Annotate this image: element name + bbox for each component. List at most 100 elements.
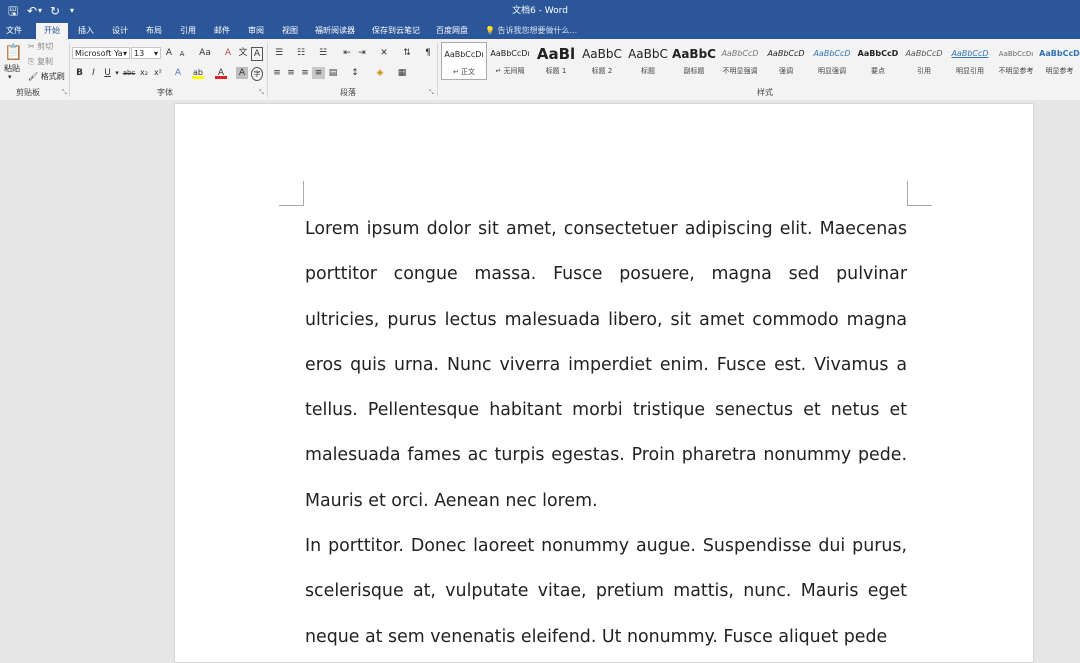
align-right-icon[interactable]: ≡ [299,67,311,79]
underline-dropdown-icon[interactable]: ▾ [114,67,120,79]
style-heading-2[interactable]: AaBbC 标题 2 [579,42,625,80]
grow-font-button[interactable]: A [163,47,175,59]
font-color-button[interactable]: A [215,67,227,79]
style-heading-1[interactable]: AaBl 标题 1 [533,42,579,80]
tab-foxit-reader[interactable]: 福昕阅读器 [310,23,360,39]
line-spacing-icon[interactable]: ↕ [347,67,363,79]
distributed-icon[interactable]: ▤ [327,67,339,79]
style-subtitle[interactable]: AaBbC 副标题 [671,42,717,80]
style-subtle-emphasis[interactable]: AaBbCcD 不明显强调 [717,42,763,80]
superscript-button[interactable]: x² [152,67,164,79]
font-name-value: Microsoft Ya [75,49,123,58]
cut-label: 剪切 [37,42,54,51]
format-painter-button[interactable]: 🖌 格式刷 [28,71,65,82]
style-normal[interactable]: AaBbCcDı ↵ 正文 [441,42,487,80]
multilevel-list-icon[interactable]: ☱ [315,47,331,59]
bold-button[interactable]: B [74,67,85,79]
subscript-button[interactable]: x₂ [138,67,150,79]
text-effects-button[interactable]: A [172,67,184,79]
style-intense-emphasis[interactable]: AaBbCcD 明显强调 [809,42,855,80]
tab-design[interactable]: 设计 [106,23,134,39]
group-divider [69,43,70,97]
styles-group-label: 样式 [757,88,773,97]
increase-indent-icon[interactable]: ⇥ [355,47,369,59]
phonetic-guide-button[interactable]: 文 [237,47,249,59]
shrink-font-button[interactable]: A [177,48,187,60]
style-name: 明显强调 [818,67,846,75]
tab-review[interactable]: 审阅 [242,23,270,39]
style-sample: AaBbC [672,47,716,61]
style-name: 不明显参考 [998,67,1034,75]
bullets-icon[interactable]: ☰ [271,47,287,59]
tab-save-to-cloud-note[interactable]: 保存到云笔记 [366,23,426,39]
italic-button[interactable]: I [88,67,99,79]
ribbon: 📋 粘贴 ▾ ✂ 剪切 ⎘ 复制 🖌 格式刷 剪贴板 ⤡ Microsoft Y… [0,39,1080,101]
paragraph-group-label: 段落 [340,88,356,97]
tab-layout[interactable]: 布局 [140,23,168,39]
style-emphasis[interactable]: AaBbCcD 强调 [763,42,809,80]
tab-baidu-netdisk[interactable]: 百度网盘 [432,23,472,39]
copy-label: 复制 [36,57,53,66]
style-sample: AaBbCcD [767,49,805,58]
chinese-layout-icon[interactable]: ✕ [376,47,392,59]
borders-icon[interactable]: ▦ [395,67,409,79]
document-page[interactable]: Lorem ipsum dolor sit amet, consectetuer… [174,103,1034,663]
tell-me-box[interactable]: 💡 告诉我您想要做什么... [485,23,577,39]
font-name-box[interactable]: Microsoft Ya ▾ [72,47,130,59]
underline-button[interactable]: U [102,67,113,79]
style-title[interactable]: AaBbC 标题 [625,42,671,80]
style-name: 副标题 [683,67,705,75]
justify-icon[interactable]: ≡ [312,67,325,79]
tab-references[interactable]: 引用 [174,23,202,39]
paragraph-2[interactable]: In porttitor. Donec laoreet nonummy augu… [305,524,907,660]
tab-view[interactable]: 视图 [276,23,304,39]
character-border-button[interactable]: A [251,47,263,61]
style-intense-quote[interactable]: AaBbCcD 明显引用 [947,42,993,80]
highlight-button[interactable]: ab [192,67,204,79]
group-divider [437,43,438,97]
style-name: 不明显强调 [722,67,758,75]
clipboard-dialog-launcher-icon[interactable]: ⤡ [62,89,67,97]
numbering-icon[interactable]: ☷ [293,47,309,59]
style-subtle-reference[interactable]: AaBbCcDı 不明显参考 [993,42,1039,80]
tab-insert[interactable]: 插入 [72,23,100,39]
paste-icon[interactable]: 📋 [4,42,23,62]
paste-dropdown-icon[interactable]: ▾ [8,73,12,81]
font-size-box[interactable]: 13 ▾ [131,47,161,59]
strikethrough-button[interactable]: abc [122,67,136,79]
paste-button[interactable]: 粘贴 [4,63,20,74]
style-no-spacing[interactable]: AaBbCcDı ↵ 无间隔 [487,42,533,80]
tab-file[interactable]: 文件 [0,23,28,39]
style-name: 标题 1 [545,67,567,75]
enclose-characters-button[interactable]: 字 [251,67,263,81]
ribbon-tabs: 文件 开始 插入 设计 布局 引用 邮件 审阅 视图 福昕阅读器 保存到云笔记 … [0,22,1080,39]
align-center-icon[interactable]: ≡ [285,67,297,79]
scissors-icon: ✂ [28,42,35,51]
character-shading-button[interactable]: A [236,67,248,79]
decrease-indent-icon[interactable]: ⇤ [340,47,354,59]
style-sample: AaBbCcD [813,49,851,58]
clear-formatting-button[interactable]: A [222,47,234,59]
sort-icon[interactable]: ⇅ [400,47,414,59]
copy-button[interactable]: ⎘ 复制 [28,56,53,67]
lightbulb-icon: 💡 [485,26,495,35]
style-quote[interactable]: AaBbCcD 引用 [901,42,947,80]
tab-home[interactable]: 开始 [36,23,68,39]
font-group-label: 字体 [157,88,173,97]
align-left-icon[interactable]: ≡ [271,67,283,79]
tab-mailings[interactable]: 邮件 [208,23,236,39]
style-strong[interactable]: AaBbCcD 要点 [855,42,901,80]
style-name: ↵ 无间隔 [495,67,525,75]
style-sample: AaBbCcD [857,49,899,58]
crop-mark-top-right [907,181,932,206]
show-marks-icon[interactable]: ¶ [422,47,434,59]
style-sample: AaBbCcDı [998,50,1034,58]
font-dialog-launcher-icon[interactable]: ⤡ [259,89,264,97]
style-sample: AaBbC [628,47,668,61]
style-intense-reference[interactable]: AaBbCcD 明显参考 [1039,42,1080,80]
paragraph-1[interactable]: Lorem ipsum dolor sit amet, consectetuer… [305,207,907,524]
cut-button[interactable]: ✂ 剪切 [28,41,53,52]
change-case-button[interactable]: Aa [195,47,215,59]
paragraph-dialog-launcher-icon[interactable]: ⤡ [429,89,434,97]
shading-icon[interactable]: ◈ [373,67,387,79]
